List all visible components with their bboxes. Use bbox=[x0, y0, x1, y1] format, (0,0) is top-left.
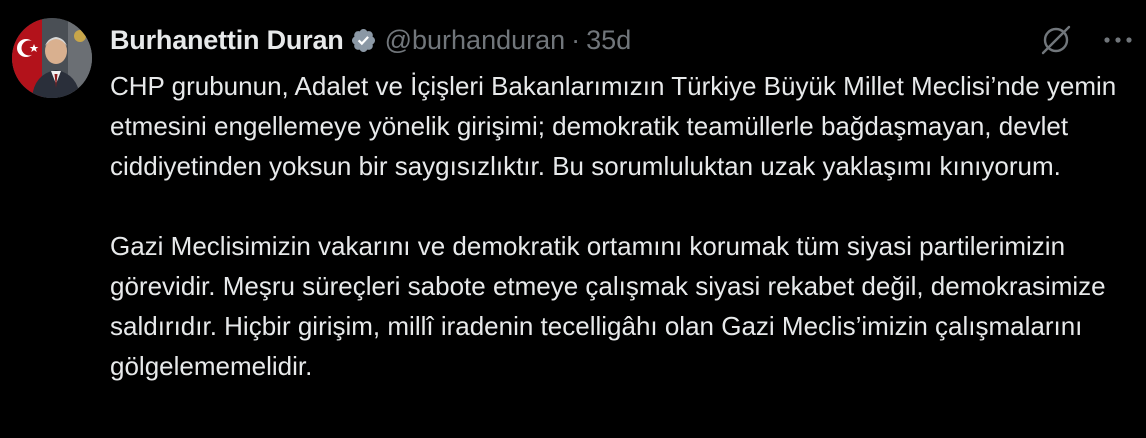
author-handle[interactable]: @burhanduran bbox=[385, 25, 566, 56]
avatar[interactable] bbox=[12, 18, 92, 98]
tweet-header: Burhanettin Duran @burhanduran · 35d bbox=[110, 20, 631, 60]
profile-photo bbox=[12, 18, 92, 98]
more-options-icon[interactable] bbox=[1100, 22, 1136, 58]
tweet: Burhanettin Duran @burhanduran · 35d CHP… bbox=[0, 0, 1146, 438]
tweet-timestamp[interactable]: 35d bbox=[586, 25, 631, 56]
verified-badge-icon[interactable] bbox=[350, 27, 377, 54]
tweet-actions bbox=[1038, 22, 1136, 58]
grok-icon[interactable] bbox=[1038, 22, 1074, 58]
tweet-paragraph: Gazi Meclisimizin vakarını ve demokratik… bbox=[110, 231, 1106, 381]
author-name[interactable]: Burhanettin Duran bbox=[110, 25, 344, 56]
tweet-paragraph: CHP grubunun, Adalet ve İçişleri Bakanla… bbox=[110, 71, 1117, 181]
separator-dot: · bbox=[571, 24, 581, 55]
tweet-text: CHP grubunun, Adalet ve İçişleri Bakanla… bbox=[110, 66, 1140, 386]
